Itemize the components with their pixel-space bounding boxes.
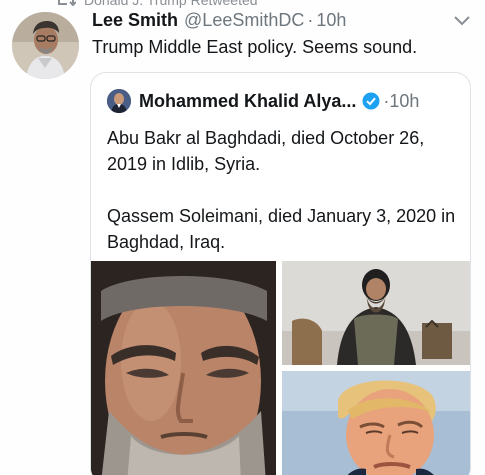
quoted-author-name[interactable]: Mohammed Khalid Alya... (139, 91, 356, 112)
quoted-tweet-body: Abu Bakr al Baghdadi, died October 26, 2… (107, 125, 457, 255)
author-avatar[interactable] (12, 12, 79, 79)
author-handle[interactable]: @LeeSmithDC (184, 10, 304, 31)
separator: · (307, 10, 314, 30)
quoted-time-value[interactable]: 10h (389, 91, 419, 111)
quoted-tweet-time: ·10h (383, 91, 419, 112)
tweet-header: Lee Smith @LeeSmithDC · 10h (92, 10, 346, 34)
verified-badge-icon (362, 92, 380, 110)
author-name[interactable]: Lee Smith (92, 10, 178, 31)
retweet-icon (58, 0, 76, 7)
chevron-down-icon[interactable] (453, 14, 471, 26)
quoted-tweet-header: Mohammed Khalid Alya... ·10h (107, 89, 419, 113)
quoted-paragraph: Qassem Soleimani, died January 3, 2020 i… (107, 206, 456, 252)
photo-baghdadi[interactable] (282, 261, 470, 365)
tweet-time[interactable]: 10h (316, 10, 346, 31)
tweet-screenshot: Donald J. Trump Retweeted Lee Smith @Lee… (0, 0, 485, 475)
quoted-paragraph: Abu Bakr al Baghdadi, died October 26, 2… (107, 128, 425, 174)
retweet-text: Donald J. Trump Retweeted (84, 0, 258, 8)
photo-soleimani[interactable] (91, 261, 276, 475)
quoted-tweet-card[interactable]: Mohammed Khalid Alya... ·10h Abu Bakr al… (90, 72, 471, 475)
retweet-indicator: Donald J. Trump Retweeted (56, 0, 258, 9)
tweet-text: Trump Middle East policy. Seems sound. (92, 37, 418, 57)
media-grid (91, 261, 470, 475)
quoted-author-avatar (107, 89, 131, 113)
photo-trump[interactable] (282, 371, 470, 475)
